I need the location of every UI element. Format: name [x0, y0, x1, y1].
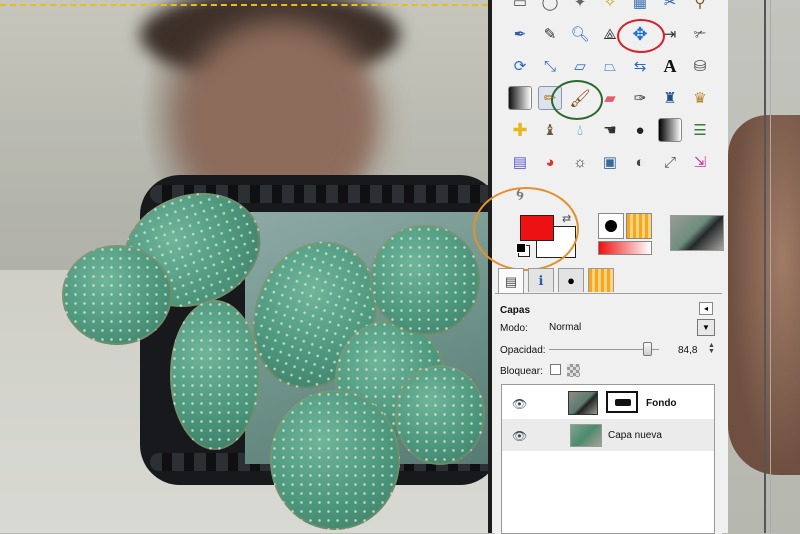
cactus-pad	[370, 225, 480, 335]
opacity-spin-arrows-icon[interactable]: ▲ ▼	[708, 342, 715, 355]
lock-pixels-checkbox[interactable]	[550, 364, 561, 375]
ink-tool[interactable]: ♜	[658, 86, 682, 110]
tab-patterns[interactable]	[588, 268, 614, 292]
layer-thumbnail	[568, 391, 598, 415]
shear-tool[interactable]: ▱	[568, 54, 592, 78]
window-edge-highlight	[770, 0, 771, 533]
scissors-tool[interactable]: ✂	[658, 0, 682, 14]
paths-tool[interactable]: ✒	[508, 22, 532, 46]
brightness-contrast-tool[interactable]: ◐	[628, 150, 652, 174]
color-picker-tool[interactable]: ✎	[538, 22, 562, 46]
fuzzy-select-tool[interactable]: ✧	[598, 0, 622, 14]
ellipse-select-tool[interactable]: ◯	[538, 0, 562, 14]
panel-menu-button[interactable]: ◂	[699, 302, 713, 315]
smudge-tool[interactable]: ☚	[598, 118, 622, 142]
scale-tool[interactable]: ⤡	[538, 54, 562, 78]
layer-thumbnail	[570, 424, 602, 447]
pattern-preview[interactable]	[626, 213, 652, 239]
layer-row[interactable]: 👁︎ Fondo	[502, 387, 714, 419]
chevron-down-icon[interactable]: ▼	[697, 319, 715, 336]
layer-mask-thumbnail	[606, 391, 638, 413]
airbrush-tool[interactable]: ✑	[628, 86, 652, 110]
crop-tool[interactable]: ✃	[688, 22, 712, 46]
tab-layers[interactable]: ▤	[498, 268, 524, 294]
gradient-preview[interactable]	[598, 241, 652, 255]
layers-list: 👁︎ Fondo 👁︎ Capa nueva	[501, 384, 715, 534]
select-by-color-tool[interactable]: ▦	[628, 0, 652, 14]
cactus-pad	[270, 390, 400, 530]
colorize-tool[interactable]: ▣	[598, 150, 622, 174]
lasso-tool[interactable]: ✦	[568, 0, 592, 14]
dock-tab-bar: ▤ ℹ ●	[498, 268, 648, 294]
active-image-preview[interactable]	[670, 215, 724, 251]
cactus-pad	[170, 300, 260, 450]
lock-label: Bloquear:	[500, 366, 543, 377]
layer-row[interactable]: 👁︎ Capa nueva	[502, 419, 714, 451]
image-canvas[interactable]	[0, 0, 488, 533]
mode-value: Normal	[549, 322, 582, 333]
curves-tool[interactable]: ⤢	[658, 150, 682, 174]
hue-saturation-tool[interactable]: ◕	[538, 150, 562, 174]
color-balance-tool[interactable]: ▤	[508, 150, 532, 174]
heal-tool[interactable]: ✚	[508, 118, 532, 142]
perspective-tool[interactable]: ⏢	[598, 54, 622, 78]
eye-icon[interactable]: 👁︎	[512, 429, 527, 443]
foreground-select-tool[interactable]: ⚲	[688, 0, 712, 14]
bucket-fill-tool[interactable]: ⛁	[688, 54, 712, 78]
clone-tool[interactable]: ♛	[688, 86, 712, 110]
perspective-clone-tool[interactable]: ♝	[538, 118, 562, 142]
window-edge	[764, 0, 766, 533]
blend-tool[interactable]	[508, 86, 532, 110]
layer-name: Fondo	[646, 398, 677, 409]
brush-preview[interactable]	[598, 213, 624, 239]
rotate-tool[interactable]: ⟳	[508, 54, 532, 78]
mode-select[interactable]: Normal ▼	[545, 319, 715, 336]
dodge-burn-tool[interactable]: ●	[628, 118, 652, 142]
posterize-tool[interactable]: ⇲	[688, 150, 712, 174]
blur-tool[interactable]: 💧︎	[568, 118, 592, 142]
background-photo-edge	[728, 0, 800, 533]
opacity-label: Opacidad:	[500, 345, 546, 356]
tab-tool-options[interactable]: ℹ	[528, 268, 554, 292]
tab-brushes[interactable]: ●	[558, 268, 584, 292]
annotation-circle-green	[551, 80, 603, 120]
cactus-pad	[395, 365, 485, 465]
threshold-tool[interactable]: ☼	[568, 150, 592, 174]
flip-tool[interactable]: ⇆	[628, 54, 652, 78]
cactus-pad	[62, 245, 172, 345]
eye-icon[interactable]: 👁︎	[512, 397, 527, 411]
mode-label: Modo:	[500, 323, 528, 334]
annotation-circle-orange	[473, 187, 579, 271]
annotation-circle-red	[617, 19, 665, 53]
layers-panel: Capas ◂ Modo: Normal ▼ Opacidad: 84,8 ▲ ▼…	[495, 293, 722, 534]
opacity-value[interactable]: 84,8	[678, 345, 697, 356]
levels-tool[interactable]	[658, 118, 682, 142]
selection-marching-ants	[0, 4, 488, 6]
text-tool[interactable]: A	[658, 54, 682, 78]
channel-mixer-tool[interactable]: ☰	[688, 118, 712, 142]
lock-alpha-icon[interactable]	[567, 364, 580, 377]
rect-select-tool[interactable]: ▭	[508, 0, 532, 14]
layer-name: Capa nueva	[608, 430, 662, 441]
opacity-slider-thumb[interactable]	[643, 342, 652, 356]
brush-dot-icon	[605, 220, 617, 232]
panel-title: Capas	[500, 305, 531, 316]
zoom-tool[interactable]: 🔍︎	[568, 22, 592, 46]
